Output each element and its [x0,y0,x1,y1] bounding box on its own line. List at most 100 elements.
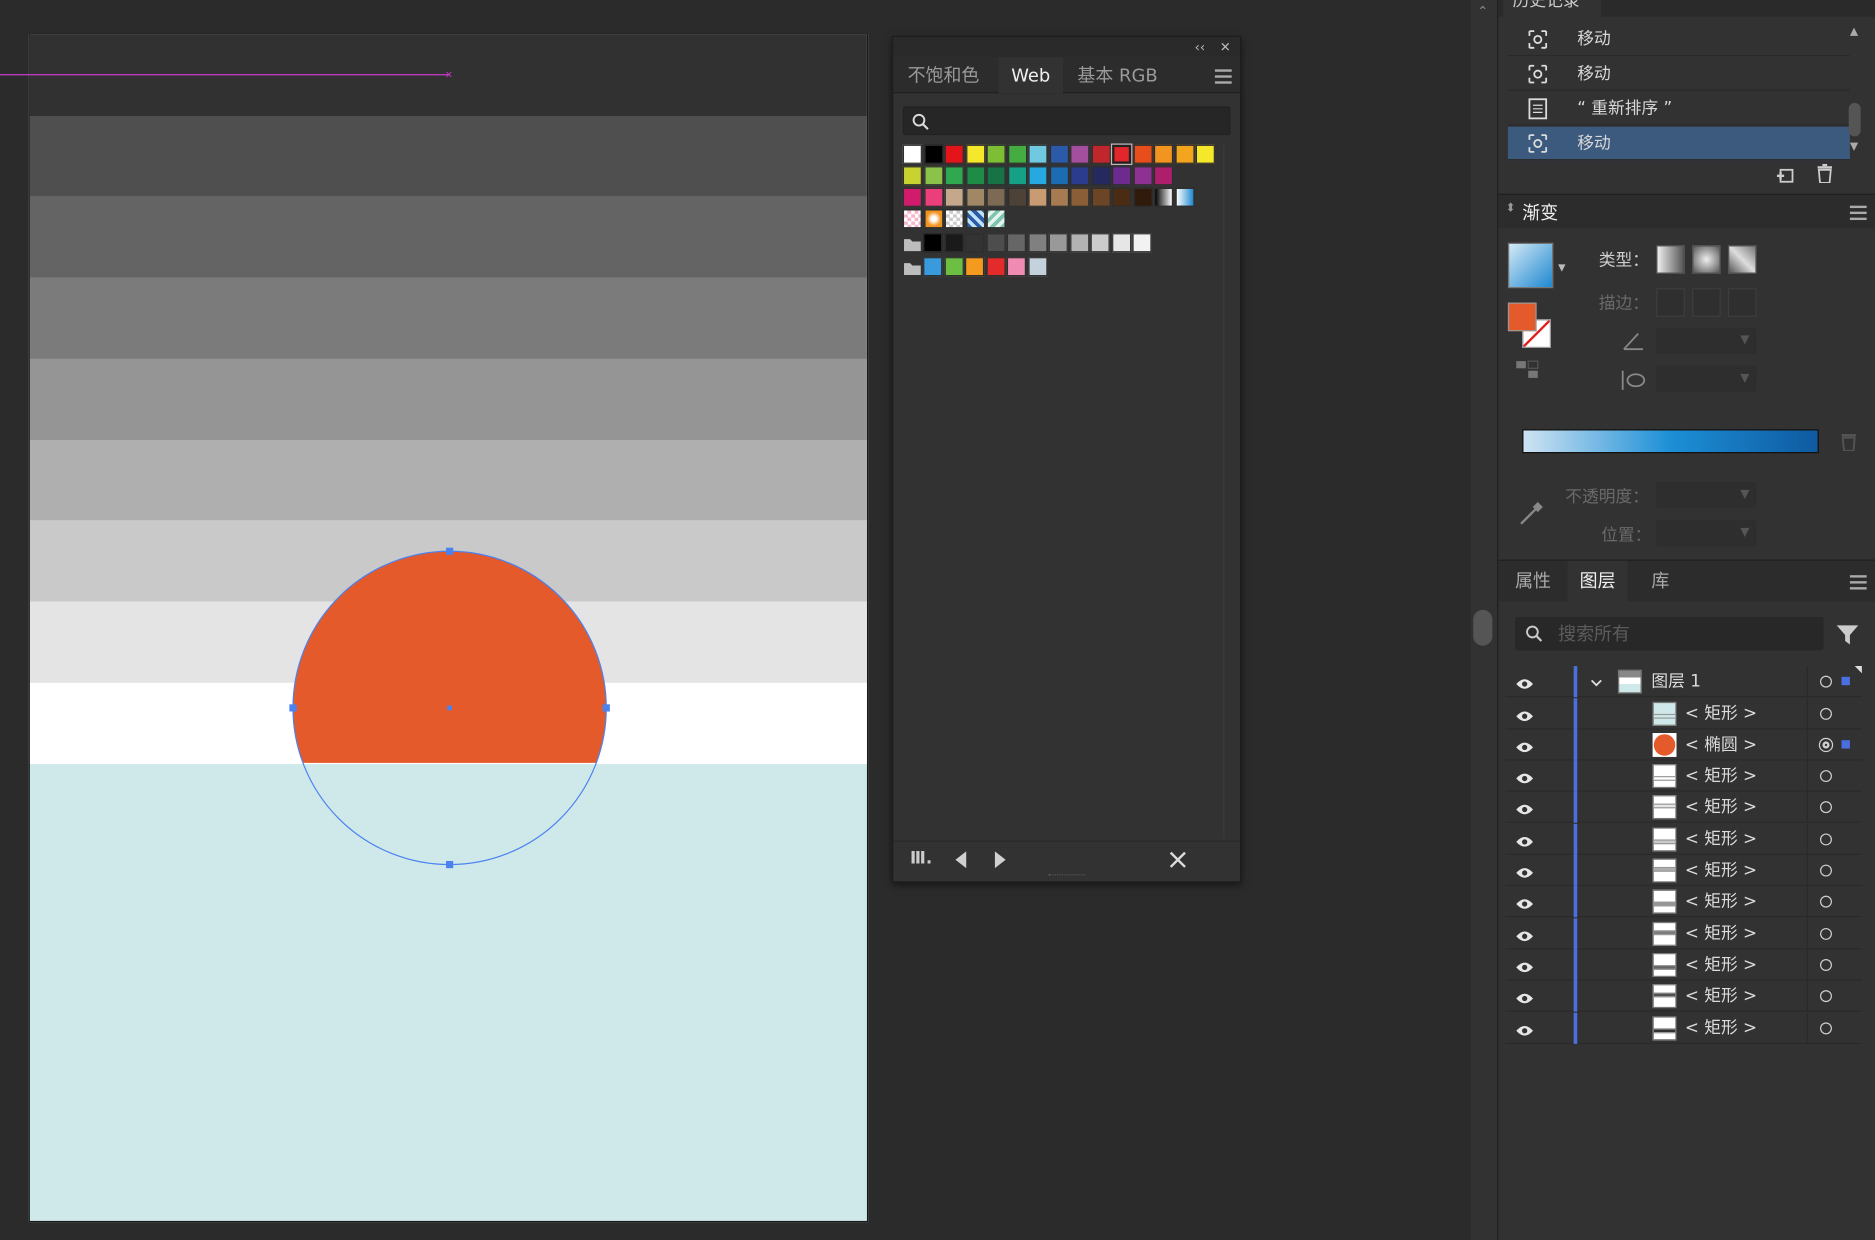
visibility-eye-icon[interactable] [1515,736,1534,752]
sublayer-row[interactable]: < 矩形 > [1505,760,1862,792]
previous-library-icon[interactable] [955,851,967,869]
color-swatch[interactable] [1133,166,1153,186]
layer-search-input[interactable]: 搜索所有 [1515,617,1824,651]
color-swatch[interactable] [1049,144,1069,164]
aspect-ratio-dropdown[interactable]: ▼ [1656,365,1757,393]
sublayer-row[interactable]: < 矩形 > [1505,949,1862,981]
color-swatch[interactable] [1007,166,1027,186]
tab-desaturated[interactable]: 不饱和色 [900,57,986,93]
target-circle-icon[interactable] [1818,737,1834,752]
layer-row[interactable]: 图层 1 [1505,666,1862,698]
history-item[interactable]: “ 重新排序 ” [1507,92,1850,126]
color-swatch[interactable] [1027,233,1047,253]
tab-properties[interactable]: 属性 [1503,561,1563,602]
color-swatch[interactable] [944,209,964,229]
canvas-area[interactable]: × [0,0,1471,1240]
color-swatch[interactable] [1091,187,1111,207]
history-item[interactable]: 移动 [1507,23,1850,57]
tab-history[interactable]: 历史记录 [1503,0,1602,17]
sublayer-row[interactable]: < 矩形 > [1505,917,1862,949]
reverse-gradient-icon[interactable] [1515,360,1539,382]
target-circle-icon[interactable] [1820,896,1832,908]
tab-basic-rgb[interactable]: 基本 RGB [1070,57,1165,93]
chevron-down-icon[interactable] [1589,672,1603,695]
opacity-dropdown[interactable]: ▼ [1656,481,1757,509]
sublayer-row[interactable]: < 矩形 > [1505,697,1862,729]
visibility-eye-icon[interactable] [1515,957,1534,973]
color-swatch[interactable] [944,257,964,277]
gradient-menu-icon[interactable] [1849,205,1867,221]
eyedropper-icon[interactable] [1517,501,1543,527]
fill-swatch[interactable] [1507,302,1537,332]
target-circle-icon[interactable] [1820,801,1832,814]
target-circle-icon[interactable] [1820,770,1832,783]
position-dropdown[interactable]: ▼ [1656,520,1757,547]
color-swatch[interactable] [1027,257,1047,277]
scroll-up-arrow-icon[interactable]: ⌃ [1474,4,1491,21]
pin-unpin-icon[interactable] [1168,850,1187,869]
color-swatch[interactable] [923,233,943,253]
color-swatch[interactable] [1070,144,1090,164]
sublayer-row[interactable]: < 矩形 > [1505,823,1862,855]
sublayer-row[interactable]: < 矩形 > [1505,980,1862,1012]
swatch-scrollbar[interactable] [1223,144,1233,839]
color-swatch[interactable] [923,144,943,164]
tab-web[interactable]: Web [998,57,1064,94]
panel-titlebar[interactable]: ‹‹ ✕ [893,37,1241,58]
color-swatch[interactable] [1153,144,1174,164]
gradient-dropdown-icon[interactable]: ▼ [1558,262,1565,273]
close-panel-icon[interactable]: ✕ [1220,37,1231,57]
color-swatch[interactable] [1048,233,1068,253]
color-swatch[interactable] [1174,187,1195,207]
color-swatch[interactable] [1090,233,1110,253]
swatch-library-menu-icon[interactable]: Ⅲ. [910,849,932,868]
color-swatch[interactable] [1091,166,1111,186]
color-swatch[interactable] [1070,187,1090,207]
history-scrollbar[interactable]: ▲ ▼ [1848,26,1862,160]
color-swatch[interactable] [1069,233,1089,253]
color-swatch[interactable] [1007,187,1027,207]
sublayer-row[interactable]: < 矩形 > [1505,886,1862,918]
color-swatch[interactable] [944,233,964,253]
visibility-eye-icon[interactable] [1515,799,1534,815]
tab-libraries[interactable]: 库 [1639,561,1681,602]
color-swatch[interactable] [1110,143,1133,166]
visibility-eye-icon[interactable] [1515,831,1534,847]
panel-resize-grip[interactable] [1048,874,1085,879]
color-swatch[interactable] [923,166,943,186]
history-item[interactable]: 移动 [1507,57,1850,91]
swatch-search-input[interactable] [902,106,1231,136]
color-swatch[interactable] [986,166,1006,186]
scroll-down-icon[interactable]: ▼ [1850,141,1858,153]
color-swatch[interactable] [986,144,1006,164]
gradient-preview-swatch[interactable] [1507,242,1554,289]
visibility-eye-icon[interactable] [1515,925,1534,941]
target-circle-icon[interactable] [1820,927,1832,940]
color-swatch[interactable] [902,166,922,186]
color-swatch[interactable] [1132,233,1152,253]
color-swatch[interactable] [923,257,943,277]
color-swatch[interactable] [985,233,1006,253]
color-swatch[interactable] [965,257,985,277]
object-selection-indicator[interactable] [1841,739,1850,749]
color-swatch[interactable] [965,209,985,229]
panel-menu-icon[interactable] [1214,69,1232,84]
target-circle-icon[interactable] [1820,675,1832,688]
scroll-up-icon[interactable]: ▲ [1850,26,1858,38]
color-swatch[interactable] [1006,257,1026,277]
visibility-eye-icon[interactable] [1515,894,1534,910]
freeform-gradient-button[interactable] [1727,245,1757,274]
color-swatch[interactable] [1007,144,1027,164]
color-swatch[interactable] [985,257,1006,277]
collapse-panel-icon[interactable]: ‹‹ [1195,37,1206,57]
color-swatch[interactable] [902,144,922,164]
target-circle-icon[interactable] [1820,1021,1832,1034]
color-swatch[interactable] [965,144,985,164]
color-swatch[interactable] [965,187,985,207]
visibility-eye-icon[interactable] [1515,705,1534,721]
color-swatch[interactable] [1112,166,1132,186]
color-swatch[interactable] [986,209,1006,229]
stroke-across-button[interactable] [1727,288,1757,317]
color-swatch[interactable] [923,209,943,229]
color-swatch[interactable] [902,209,922,229]
